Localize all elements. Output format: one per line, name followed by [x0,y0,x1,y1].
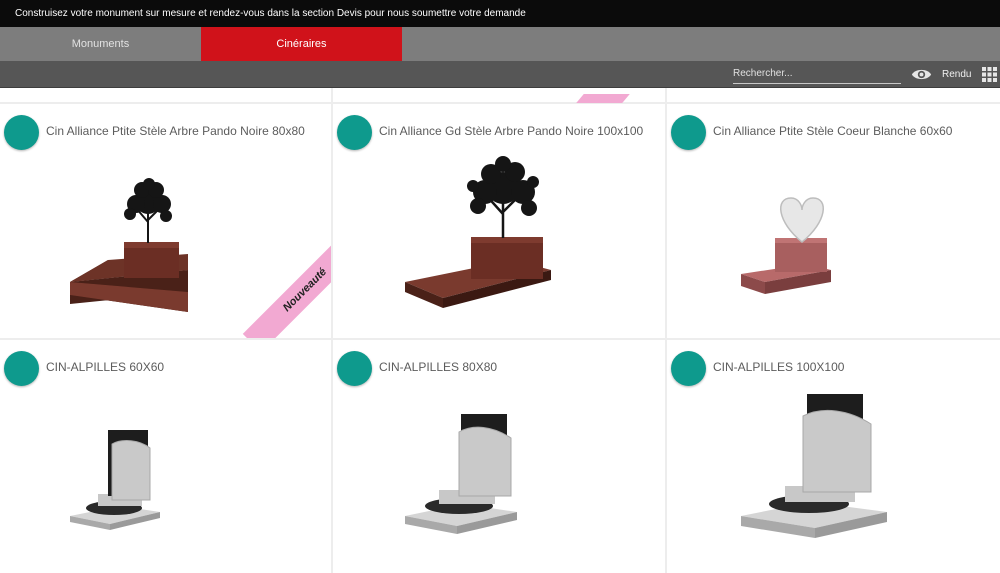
product-card[interactable]: CIN-ALPILLES 60X60 [0,340,331,573]
banner-text: Construisez votre monument sur mesure et… [15,8,526,19]
product-image [741,394,887,538]
render-label[interactable]: Rendu [942,61,971,88]
category-tabs: Monuments Cinéraires [0,27,1000,61]
product-image [405,414,517,534]
product-card[interactable]: CIN-ALPILLES 80X80 [333,340,665,573]
new-badge-partial [576,94,630,103]
info-banner: Construisez votre monument sur mesure et… [0,0,1000,27]
product-card[interactable]: Cin Alliance Ptite Stèle Arbre Pando Noi… [0,104,331,338]
product-card-partial[interactable] [0,88,331,102]
tab-cineraires[interactable]: Cinéraires [201,27,402,61]
product-image [70,430,160,530]
product-title: Cin Alliance Ptite Stèle Arbre Pando Noi… [46,124,305,138]
product-title: Cin Alliance Gd Stèle Arbre Pando Noire … [379,124,644,138]
eye-icon[interactable] [911,67,932,82]
product-card-partial[interactable] [667,88,1000,102]
product-card[interactable]: CIN-ALPILLES 100X100 [667,340,1000,573]
product-title: CIN-ALPILLES 60X60 [46,360,165,374]
grid-icon[interactable] [982,67,997,82]
product-image [405,156,551,308]
search-input[interactable] [733,64,901,84]
product-card[interactable]: Cin Alliance Gd Stèle Arbre Pando Noire … [333,104,665,338]
product-title: Cin Alliance Ptite Stèle Coeur Blanche 6… [713,124,953,138]
product-image [741,197,831,294]
product-title: CIN-ALPILLES 80X80 [379,360,498,374]
toolbar: Rendu [0,61,1000,88]
product-card[interactable]: Cin Alliance Ptite Stèle Coeur Blanche 6… [667,104,1000,338]
product-title: CIN-ALPILLES 100X100 [713,360,845,374]
tab-monuments[interactable]: Monuments [0,27,201,61]
